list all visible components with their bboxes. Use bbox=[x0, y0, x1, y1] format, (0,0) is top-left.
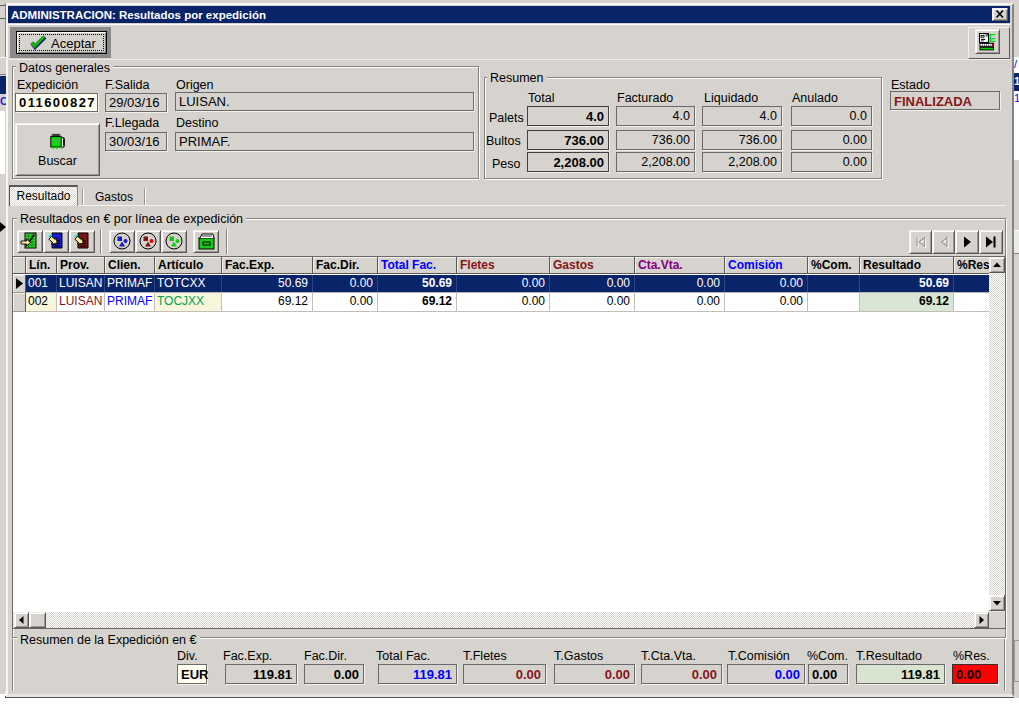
svg-text:E: E bbox=[989, 33, 996, 44]
